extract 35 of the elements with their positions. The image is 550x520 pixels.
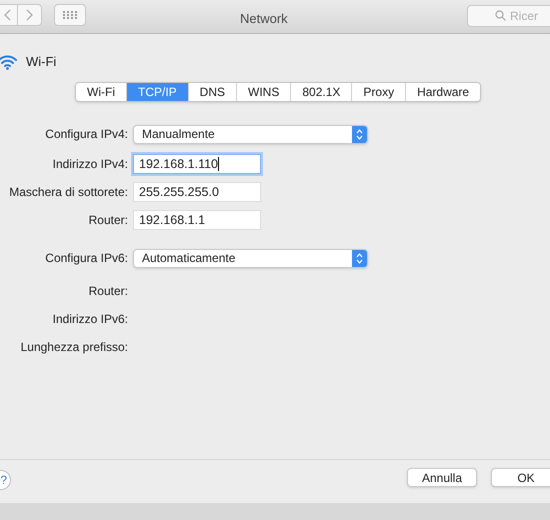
tab[interactable]: WINS	[236, 83, 290, 101]
tab[interactable]: Hardware	[405, 83, 480, 101]
window-title: Network	[240, 10, 288, 28]
help-button[interactable]: ?	[0, 470, 11, 490]
field-label: Maschera di sottorete:	[8, 184, 129, 201]
dialog-button[interactable]: Annulla	[407, 468, 477, 487]
input-field[interactable]: 192.168.1.110	[133, 154, 261, 174]
tab[interactable]: 802.1X	[290, 83, 352, 101]
tab[interactable]: Proxy	[351, 83, 406, 101]
field-label: Lunghezza prefisso:	[20, 339, 129, 356]
popup-button[interactable]: Manualmente	[133, 124, 368, 144]
search-icon	[495, 10, 506, 21]
field-label: Indirizzo IPv6:	[52, 311, 129, 328]
field-label: Configura IPv4:	[44, 126, 129, 143]
dialog-button[interactable]: OK	[491, 468, 550, 487]
grid-icon	[63, 11, 77, 19]
interface-name: Wi-Fi	[26, 53, 56, 71]
field-label: Router:	[88, 212, 129, 229]
tab[interactable]: DNS	[188, 83, 236, 101]
grid-button[interactable]	[54, 4, 86, 26]
popup-button[interactable]: Automaticamente	[133, 248, 368, 268]
input-field[interactable]: 192.168.1.1	[133, 210, 261, 230]
wifi-icon	[0, 54, 17, 70]
tab[interactable]: Wi-Fi	[76, 83, 126, 101]
field-label: Configura IPv6:	[44, 250, 129, 267]
forward-button[interactable]	[18, 4, 42, 26]
search-field[interactable]: Ricer	[467, 5, 550, 27]
chevron-right-icon	[26, 9, 33, 21]
stepper-arrows-icon	[356, 128, 363, 140]
stepper-arrows-icon	[356, 252, 363, 264]
chevron-left-icon	[4, 9, 10, 21]
field-label: Router:	[88, 283, 129, 300]
input-field[interactable]: 255.255.255.0	[133, 182, 261, 202]
field-label: Indirizzo IPv4:	[52, 156, 129, 173]
back-button[interactable]	[0, 4, 18, 26]
